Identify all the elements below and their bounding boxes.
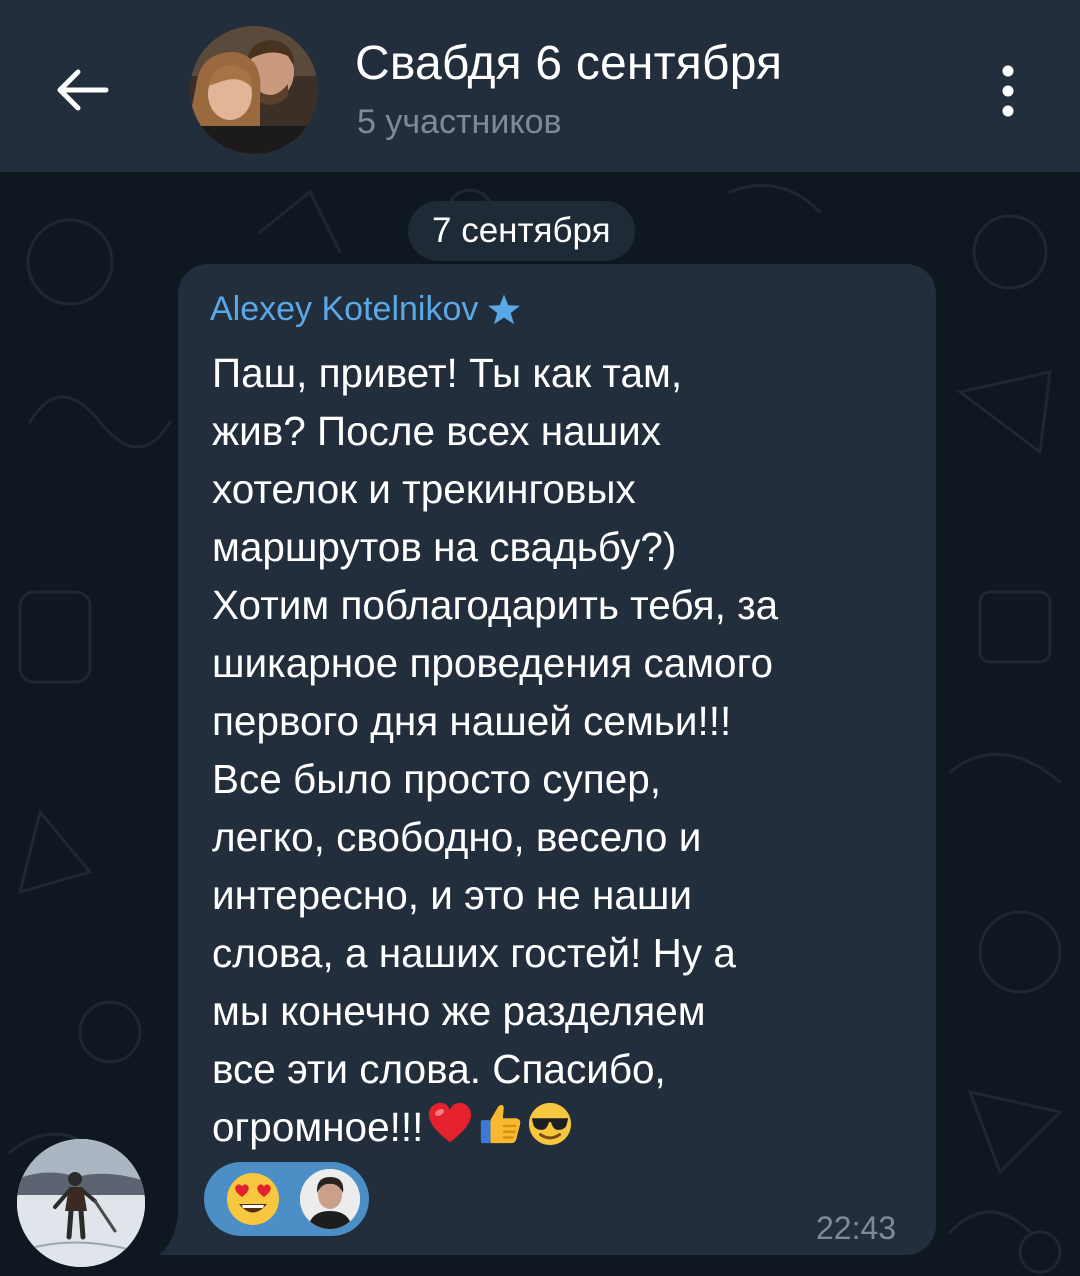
- date-separator: 7 сентября: [408, 201, 635, 261]
- reaction-button[interactable]: [204, 1162, 369, 1236]
- user-avatar: [300, 1169, 360, 1229]
- sunglasses-face-emoji: [529, 1102, 572, 1146]
- message-bubble[interactable]: Alexey Kotelnikov Паш, привет! Ты как та…: [178, 264, 936, 1255]
- sender-photo: [17, 1139, 145, 1267]
- group-avatar[interactable]: [190, 26, 318, 154]
- heart-eyes-emoji: [227, 1173, 279, 1225]
- group-photo: [190, 26, 318, 154]
- sender-name[interactable]: Alexey Kotelnikov: [210, 290, 478, 329]
- star-icon: [486, 293, 522, 327]
- chat-header: Свабдя 6 сентября 5 участников: [0, 0, 1080, 172]
- more-vertical-icon: [1002, 65, 1014, 117]
- sender-row: Alexey Kotelnikov: [210, 290, 522, 329]
- sender-avatar[interactable]: [17, 1139, 145, 1267]
- back-button[interactable]: [50, 58, 114, 122]
- arrow-left-icon: [57, 69, 109, 111]
- thumbs-up-emoji: [481, 1104, 521, 1144]
- chat-title[interactable]: Свабдя 6 сентября: [355, 36, 782, 91]
- message-text: Паш, привет! Ты как там, жив? После всех…: [212, 344, 912, 1156]
- message-body: Паш, привет! Ты как там, жив? После всех…: [212, 350, 779, 1150]
- more-options-button[interactable]: [986, 56, 1030, 126]
- message-time: 22:43: [816, 1210, 897, 1246]
- red-heart-emoji: [429, 1102, 472, 1143]
- participants-count: 5 участников: [357, 103, 562, 141]
